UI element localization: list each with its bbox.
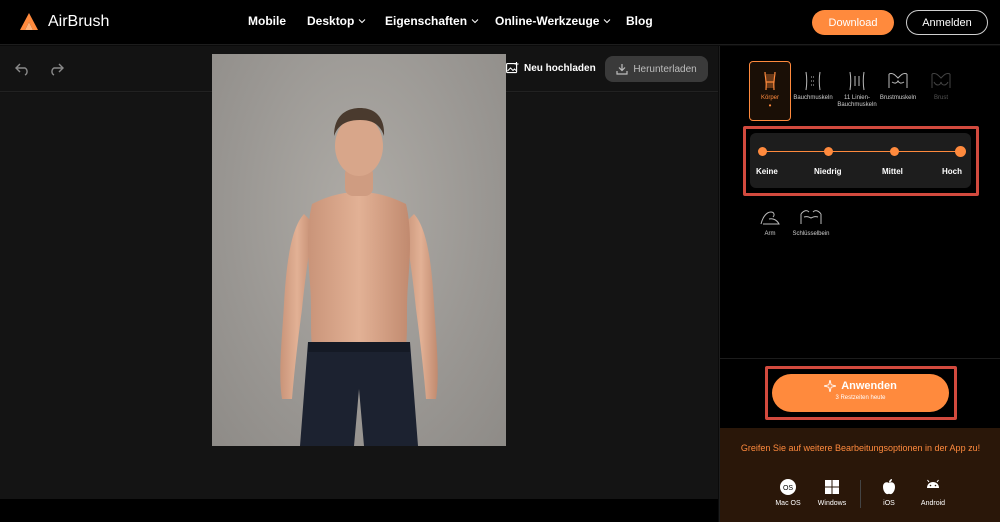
slider-track: [762, 151, 958, 152]
body-editor-panel: Körper • Bauchmuskeln 11 Linien-Bauchmus…: [719, 46, 1000, 522]
slider-label-medium: Mittel: [882, 167, 903, 176]
platform-macos[interactable]: OS Mac OS: [768, 478, 808, 507]
slider-stop-none[interactable]: [758, 147, 767, 156]
nav-link-label: Mobile: [248, 14, 286, 28]
area-label: Arm: [764, 231, 776, 237]
top-navigation: AirBrush Mobile Desktop Eigenschaften On…: [0, 0, 1000, 45]
selected-dot: •: [768, 101, 772, 110]
nav-link-online-tools[interactable]: Online-Werkzeuge: [495, 14, 626, 28]
undo-icon[interactable]: [15, 62, 31, 76]
slider-label-high: Hoch: [942, 167, 962, 176]
macos-icon: OS: [780, 479, 796, 495]
arm-icon: [760, 211, 780, 225]
platform-windows[interactable]: Windows: [812, 478, 852, 507]
area-option-breast: Brust: [920, 70, 962, 102]
nav-link-desktop[interactable]: Desktop: [307, 14, 385, 28]
collarbone-icon: [800, 210, 822, 224]
slider-label-none: Keine: [756, 167, 778, 176]
export-download-label: Herunterladen: [633, 63, 697, 75]
area-option-pecs[interactable]: Brustmuskeln: [877, 70, 919, 102]
canvas-bottom-strip: [0, 499, 718, 522]
platform-label: iOS: [883, 500, 895, 507]
android-icon: [927, 479, 939, 488]
platform-separator: [860, 480, 861, 508]
login-button[interactable]: Anmelden: [906, 10, 988, 35]
platform-label: Mac OS: [775, 500, 801, 507]
apply-remaining-text: 3 Restzeiten heute: [835, 395, 886, 401]
breast-icon: [931, 73, 951, 88]
panel-divider: [720, 358, 1000, 359]
intensity-slider[interactable]: Keine Niedrig Mittel Hoch: [750, 133, 971, 188]
area-label: Bauchmuskeln: [793, 95, 833, 101]
area-label: Schlüsselbein: [792, 231, 830, 237]
platform-android[interactable]: Android: [913, 478, 953, 507]
area-label: Brust: [933, 95, 948, 101]
platform-label: Windows: [817, 500, 847, 507]
uploaded-photo: [212, 54, 506, 446]
area-option-11-line-abs[interactable]: 11 Linien-Bauchmuskeln: [836, 70, 878, 109]
reupload-label: Neu hochladen: [524, 62, 596, 74]
slider-stop-medium[interactable]: [890, 147, 899, 156]
chevron-down-icon: [604, 19, 611, 24]
apple-icon: [883, 479, 895, 495]
download-button[interactable]: Download: [812, 10, 894, 35]
nav-link-label: Blog: [626, 14, 653, 28]
platform-ios[interactable]: iOS: [869, 478, 909, 507]
chevron-down-icon: [471, 19, 479, 24]
area-label: Brustmuskeln: [879, 95, 917, 101]
app-promo: Greifen Sie auf weitere Bearbeitungsopti…: [720, 428, 1000, 522]
area-option-arm[interactable]: Arm: [749, 206, 791, 238]
export-download-button[interactable]: Herunterladen: [605, 56, 708, 82]
slider-label-low: Niedrig: [814, 167, 842, 176]
apply-label: Anwenden: [841, 380, 897, 392]
person-illustration: [280, 108, 438, 446]
nav-link-label: Eigenschaften: [385, 14, 468, 28]
chevron-down-icon: [358, 19, 366, 24]
apply-button[interactable]: Anwenden 3 Restzeiten heute: [772, 374, 949, 412]
area-option-body[interactable]: Körper •: [749, 61, 791, 121]
windows-icon: [825, 480, 839, 494]
area-label: 11 Linien-Bauchmuskeln: [837, 95, 877, 108]
platform-label: Android: [920, 500, 946, 507]
area-option-collarbone[interactable]: Schlüsselbein: [790, 206, 832, 238]
redo-icon[interactable]: [48, 62, 64, 76]
reupload-button[interactable]: Neu hochladen: [506, 62, 596, 74]
nav-links: Mobile Desktop Eigenschaften Online-Werk…: [248, 14, 653, 28]
eleven-line-abs-icon: [849, 71, 865, 91]
nav-link-mobile[interactable]: Mobile: [248, 14, 307, 28]
download-icon: [616, 64, 628, 75]
area-option-abs[interactable]: Bauchmuskeln: [792, 70, 834, 102]
promo-text: Greifen Sie auf weitere Bearbeitungsopti…: [740, 443, 981, 453]
slider-stop-high[interactable]: [955, 146, 966, 157]
app-name: AirBrush: [48, 13, 110, 30]
body-icon: [764, 71, 776, 91]
airbrush-logo-icon: [20, 13, 38, 30]
nav-link-features[interactable]: Eigenschaften: [385, 14, 495, 28]
svg-text:OS: OS: [783, 485, 793, 492]
nav-link-blog[interactable]: Blog: [626, 14, 653, 28]
nav-link-label: Desktop: [307, 14, 355, 28]
chest-muscle-icon: [888, 73, 908, 88]
sparkle-icon: [824, 380, 837, 392]
abs-icon: [805, 71, 821, 91]
logo[interactable]: AirBrush: [18, 11, 109, 33]
slider-stop-low[interactable]: [824, 147, 833, 156]
nav-link-label: Online-Werkzeuge: [495, 14, 600, 28]
image-upload-icon: [506, 62, 519, 74]
